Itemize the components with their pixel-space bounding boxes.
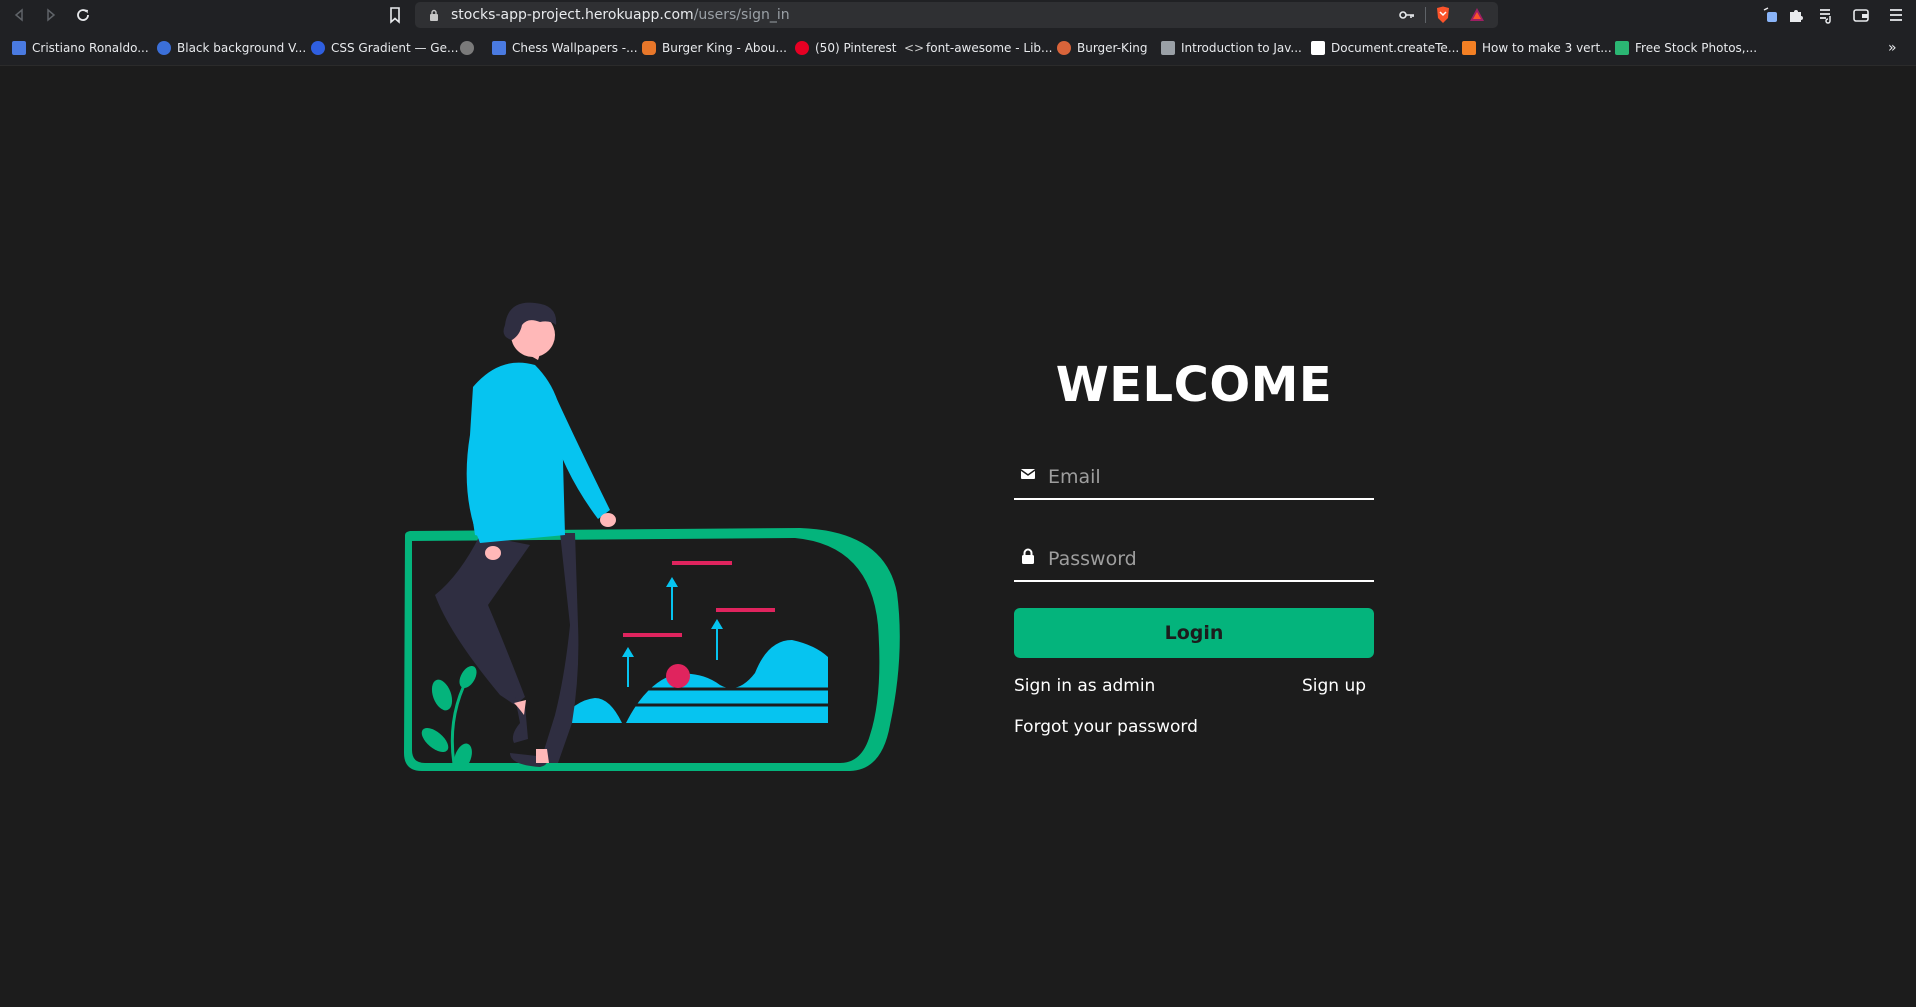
sign-in-admin-link[interactable]: Sign in as admin: [1014, 676, 1155, 696]
bookmark-label: CSS Gradient — Ge...: [331, 41, 459, 55]
sign-up-link[interactable]: Sign up: [1302, 676, 1366, 696]
bookmark-label: font-awesome - Lib...: [926, 41, 1053, 55]
more-bookmarks-icon[interactable]: »: [1888, 39, 1897, 57]
bookmark-item[interactable]: Burger-King: [1057, 39, 1147, 57]
bookmark-item[interactable]: Document.createTe...: [1311, 39, 1459, 57]
bookmark-item[interactable]: (50) Pinterest: [795, 39, 896, 57]
bookmark-item[interactable]: Chess Wallpapers -...: [492, 39, 638, 57]
laptop-icon: [1161, 41, 1175, 55]
password-field[interactable]: [1014, 538, 1374, 582]
site-favicon-icon: [1311, 41, 1325, 55]
burger-king-icon: [642, 41, 656, 55]
back-icon[interactable]: [8, 4, 30, 26]
bookmark-item[interactable]: Introduction to Jav...: [1161, 39, 1302, 57]
bookmark-label: Burger-King: [1077, 41, 1148, 55]
bookmark-item[interactable]: How to make 3 vert...: [1462, 39, 1612, 57]
reload-icon[interactable]: [72, 4, 94, 26]
bookmark-item[interactable]: Free Stock Photos,...: [1615, 39, 1757, 57]
code-icon: <>: [904, 41, 925, 55]
envelope-icon: [1020, 469, 1036, 479]
bookmark-label: Document.createTe...: [1331, 41, 1460, 55]
forgot-password-link[interactable]: Forgot your password: [1014, 717, 1198, 737]
key-icon[interactable]: [1399, 9, 1415, 21]
site-favicon-icon: [492, 41, 506, 55]
bookmark-label: Introduction to Jav...: [1181, 41, 1302, 55]
url-text: stocks-app-project.herokuapp.com/users/s…: [451, 7, 790, 23]
password-input[interactable]: [1048, 544, 1368, 574]
bookmark-label: Chess Wallpapers -...: [512, 41, 638, 55]
bookmark-item[interactable]: CSS Gradient — Ge...: [311, 39, 458, 57]
bookmark-item[interactable]: [460, 39, 480, 57]
extension-badge-icon[interactable]: [1762, 6, 1780, 24]
stackoverflow-icon: [1462, 41, 1476, 55]
browser-toolbar: stocks-app-project.herokuapp.com/users/s…: [0, 0, 1916, 30]
lock-icon: [430, 9, 438, 21]
bookmark-label: Burger King - Abou...: [662, 41, 787, 55]
pinterest-icon: [795, 41, 809, 55]
globe-icon: [460, 41, 474, 55]
brave-rewards-icon[interactable]: [1469, 7, 1485, 22]
burger-king-icon: [1057, 41, 1071, 55]
bookmark-item[interactable]: <> font-awesome - Lib...: [904, 39, 1052, 57]
bookmark-label: How to make 3 vert...: [1482, 41, 1612, 55]
email-input[interactable]: [1048, 462, 1368, 492]
site-favicon-icon: [311, 41, 325, 55]
bookmarks-bar: Cristiano Ronaldo... Black background V.…: [0, 30, 1916, 66]
address-bar[interactable]: stocks-app-project.herokuapp.com/users/s…: [415, 2, 1498, 28]
bookmark-icon[interactable]: [385, 5, 405, 25]
login-button[interactable]: Login: [1014, 608, 1374, 658]
site-favicon-icon: [157, 41, 171, 55]
chart-dot: [666, 664, 690, 688]
site-favicon-icon: [1615, 41, 1629, 55]
bookmark-item[interactable]: Burger King - Abou...: [642, 39, 787, 57]
email-field[interactable]: [1014, 456, 1374, 500]
bookmark-item[interactable]: Black background V...: [157, 39, 306, 57]
page-title: WELCOME: [1055, 357, 1333, 413]
menu-icon[interactable]: [1887, 6, 1905, 24]
site-favicon-icon: [12, 41, 26, 55]
bookmark-label: (50) Pinterest: [815, 41, 897, 55]
brave-shield-icon[interactable]: [1435, 6, 1451, 24]
bookmark-label: Black background V...: [177, 41, 307, 55]
wallet-icon[interactable]: [1852, 6, 1870, 24]
url-path: /users/sign_in: [693, 7, 790, 23]
stocks-illustration: [404, 302, 900, 771]
forward-icon[interactable]: [40, 4, 62, 26]
lock-icon: [1022, 548, 1034, 564]
extensions-puzzle-icon[interactable]: [1787, 6, 1805, 24]
playlist-icon[interactable]: [1818, 6, 1836, 24]
bookmark-label: Cristiano Ronaldo...: [32, 41, 149, 55]
url-domain: stocks-app-project.herokuapp.com: [451, 7, 694, 23]
bookmark-item[interactable]: Cristiano Ronaldo...: [12, 39, 149, 57]
bookmark-label: Free Stock Photos,...: [1635, 41, 1758, 55]
